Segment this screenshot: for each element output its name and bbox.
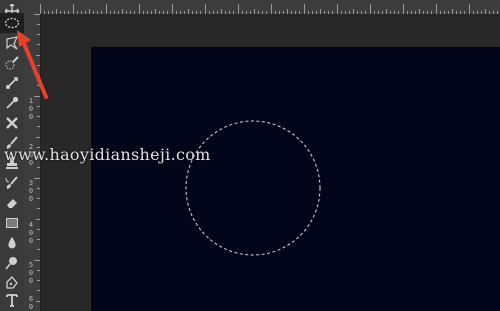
ruler-label: 0: [28, 237, 34, 245]
type-icon: [6, 294, 18, 307]
gradient-tool[interactable]: [0, 213, 24, 233]
spot-healing-icon: [6, 117, 18, 129]
watermark-text: www.haoyidiansheji.com: [4, 145, 211, 164]
pen-icon: [6, 276, 18, 289]
blur-tool[interactable]: [0, 233, 24, 253]
dodge-icon: [5, 257, 17, 270]
type-tool[interactable]: [0, 290, 24, 310]
ruler-label: 0: [28, 195, 34, 203]
eraser-icon: [7, 199, 17, 208]
ruler-label: 6: [28, 295, 34, 303]
document-canvas[interactable]: [91, 47, 500, 311]
annotation-arrow: [17, 30, 48, 99]
ruler-label: 0: [28, 277, 34, 285]
ruler-label: 0: [28, 303, 34, 311]
ruler-label: 0: [28, 229, 34, 237]
eraser-tool[interactable]: [0, 193, 24, 213]
gradient-icon: [6, 218, 18, 228]
ruler-label: 0: [28, 269, 34, 277]
horizontal-ruler[interactable]: [40, 0, 500, 15]
blur-icon: [8, 237, 16, 249]
ruler-label: 5: [28, 261, 34, 269]
history-brush-icon: [5, 176, 18, 189]
ruler-label: 0: [28, 113, 34, 121]
history-brush-tool[interactable]: [0, 173, 24, 193]
ruler-label: 4: [28, 221, 34, 229]
ruler-label: 3: [28, 179, 34, 187]
spot-healing-tool[interactable]: [0, 113, 24, 133]
elliptical-selection-outline: [185, 120, 321, 256]
horizontal-ruler-ticks: [40, 4, 498, 14]
dodge-tool[interactable]: [0, 253, 24, 273]
ruler-label: 0: [28, 187, 34, 195]
